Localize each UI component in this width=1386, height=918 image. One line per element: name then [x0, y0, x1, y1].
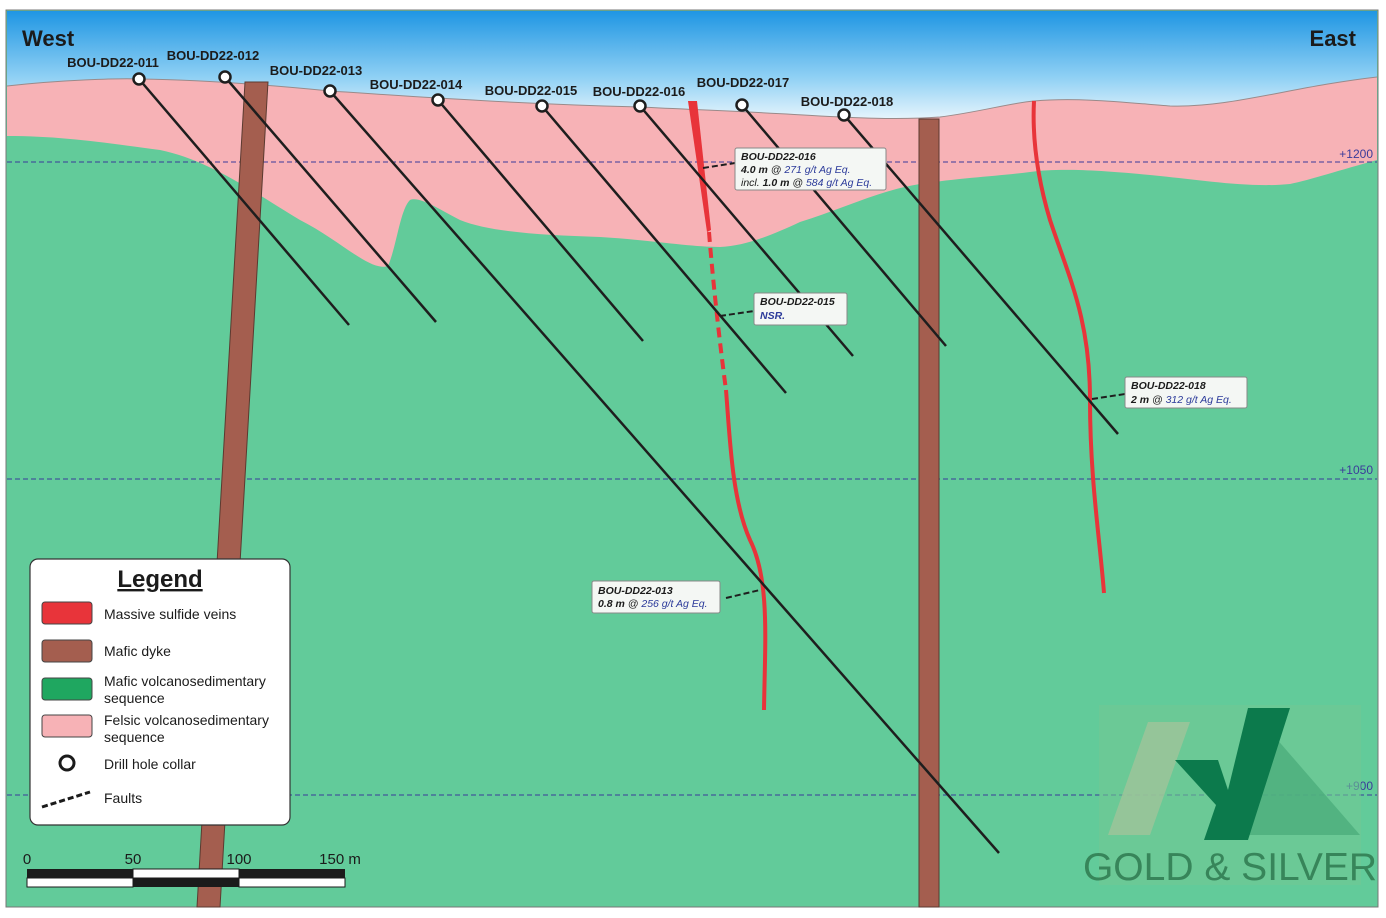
scale-tick-50: 50 — [125, 851, 142, 868]
scale-tick-150: 150 m — [319, 851, 361, 868]
callout-title-dd013: BOU-DD22-013 — [598, 585, 673, 597]
hole-label-dd018: BOU-DD22-018 — [801, 94, 893, 109]
collar-dd011[interactable] — [132, 72, 146, 86]
hole-label-dd017: BOU-DD22-017 — [697, 75, 789, 90]
compass-west: West — [22, 26, 75, 51]
scale-seg-4 — [26, 877, 134, 888]
cross-section-diagram: +1200 +1050 +900 BOU-DD22-011 BOU-DD22-0… — [5, 9, 1379, 908]
mafic-dyke-east — [918, 118, 940, 908]
legend-label-collar: Drill hole collar — [104, 756, 196, 772]
scale-seg-5 — [133, 878, 239, 887]
legend-title: Legend — [117, 566, 202, 593]
collar-dd017[interactable] — [735, 98, 749, 112]
callout-grade-dd016: 271 g/t Ag Eq. — [783, 164, 850, 176]
callout-at-dd016: @ — [768, 164, 785, 176]
legend-swatch-dyke — [41, 639, 93, 663]
callout-grade-dd018: 312 g/t Ag Eq. — [1166, 394, 1232, 406]
scale-tick-0: 0 — [23, 851, 31, 868]
hole-label-dd016: BOU-DD22-016 — [593, 84, 685, 99]
elevation-label-1050: +1050 — [1339, 463, 1373, 477]
hole-label-dd012: BOU-DD22-012 — [167, 48, 259, 63]
callout-grade2-dd016: 584 g/t Ag Eq. — [806, 177, 872, 189]
callout-len-dd013: 0.8 m — [598, 598, 625, 610]
legend-swatch-mafic — [41, 677, 93, 701]
legend-label-dyke: Mafic dyke — [104, 643, 171, 659]
callout-len-dd018: 2 m — [1130, 394, 1149, 406]
legend-label-mafic-1: Mafic volcanosedimentary — [104, 673, 266, 689]
callout-line1-dd016: 4.0 m @ 271 g/t Ag Eq. — [740, 164, 851, 176]
callout-at-dd013: @ — [625, 598, 642, 610]
logo-text: GOLD & SILVER — [1083, 846, 1377, 889]
callout-len-dd016: 4.0 m — [740, 164, 768, 176]
scale-seg-1 — [27, 869, 133, 878]
collar-dd015[interactable] — [535, 99, 549, 113]
legend-swatch-felsic — [41, 714, 93, 738]
collar-dd012[interactable] — [218, 70, 232, 84]
compass-east: East — [1310, 26, 1357, 51]
hole-label-dd013: BOU-DD22-013 — [270, 63, 362, 78]
callout-title-dd018: BOU-DD22-018 — [1131, 380, 1206, 392]
legend-collar-icon — [58, 754, 76, 772]
legend-label-felsic-1: Felsic volcanosedimentary — [104, 712, 269, 728]
legend-label-faults: Faults — [104, 790, 142, 806]
scale-tick-100: 100 — [226, 851, 251, 868]
elevation-label-1200: +1200 — [1339, 147, 1373, 161]
callout-title-dd015: BOU-DD22-015 — [760, 296, 835, 308]
scale-seg-3 — [239, 869, 345, 878]
callout-line2-dd016: incl. 1.0 m @ 584 g/t Ag Eq. — [741, 177, 872, 189]
legend-label-mafic-2: sequence — [104, 690, 165, 706]
callout-at-dd018: @ — [1149, 394, 1166, 406]
collar-dd013[interactable] — [323, 84, 337, 98]
callout-len2-dd016: 1.0 m — [763, 177, 790, 189]
company-logo: GOLD & SILVER — [1083, 705, 1377, 889]
callout-line1-dd018: 2 m @ 312 g/t Ag Eq. — [1130, 394, 1232, 406]
legend: Legend Massive sulfide veins Mafic dyke … — [29, 558, 291, 826]
callout-result-dd015: NSR. — [760, 310, 785, 322]
collar-dd016[interactable] — [633, 99, 647, 113]
collar-dd014[interactable] — [431, 93, 445, 107]
legend-label-felsic-2: sequence — [104, 729, 165, 745]
hole-label-dd011: BOU-DD22-011 — [67, 55, 159, 70]
callout-incl-dd016: incl. — [741, 177, 763, 189]
callout-at2-dd016: @ — [789, 177, 806, 189]
legend-swatch-veins — [41, 601, 93, 625]
scale-seg-2 — [132, 868, 240, 879]
hole-label-dd014: BOU-DD22-014 — [370, 77, 463, 92]
scale-seg-6 — [238, 877, 346, 888]
legend-label-veins: Massive sulfide veins — [104, 606, 236, 622]
callout-title-dd016: BOU-DD22-016 — [741, 151, 816, 163]
callout-grade-dd013: 256 g/t Ag Eq. — [640, 598, 707, 610]
callout-line1-dd013: 0.8 m @ 256 g/t Ag Eq. — [598, 598, 708, 610]
collar-dd018[interactable] — [837, 108, 851, 122]
hole-label-dd015: BOU-DD22-015 — [485, 83, 577, 98]
